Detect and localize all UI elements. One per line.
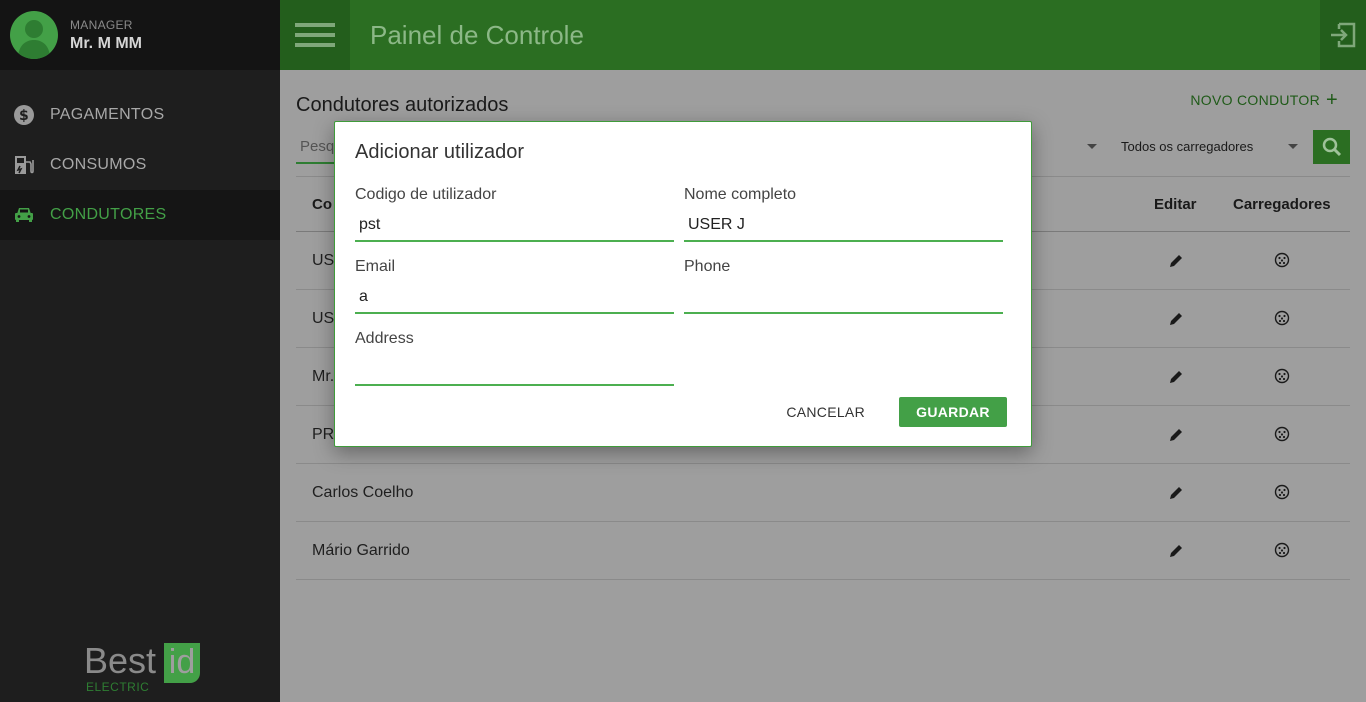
full-name-input[interactable]: USER J [684,212,1003,242]
dollar-circle-icon: $ [12,103,36,127]
new-driver-button[interactable]: NOVO CONDUTOR + [1190,89,1338,111]
menu-button[interactable] [280,0,350,70]
logo-electric: ELECTRIC [86,680,150,694]
user-role: MANAGER [70,17,133,32]
full-name-field-group: Nome completo USER J [684,186,1003,250]
sidebar-item-consumos[interactable]: CONSUMOS [0,140,280,190]
email-label: Email [355,258,396,275]
user-info: MANAGER Mr. M MM [70,18,142,53]
driver-name: Carlos Coelho [312,484,414,501]
logout-icon [1331,22,1356,48]
filter-select-chargers[interactable]: Todos os carregadores [1118,130,1313,164]
fuel-station-icon [12,153,36,177]
pencil-icon[interactable] [1168,369,1184,385]
email-field-group: Email a [355,258,674,322]
dialog-title: Adicionar utilizador [355,141,524,163]
sidebar-item-label: PAGAMENTOS [50,106,165,123]
address-field-group: Address [355,330,674,394]
page-title: Condutores autorizados [296,94,509,116]
hamburger-icon [295,23,335,47]
charger-plug-icon[interactable] [1274,542,1290,558]
driver-name: US [312,252,335,269]
page-header-title: Painel de Controle [370,20,584,50]
logo-best: Best [84,640,157,681]
add-user-dialog: Adicionar utilizador Codigo de utilizado… [334,121,1032,447]
user-name: Mr. M MM [70,34,142,52]
pencil-icon[interactable] [1168,253,1184,269]
sidebar-item-label: CONSUMOS [50,156,147,173]
pencil-icon[interactable] [1168,543,1184,559]
search-icon [1322,137,1341,157]
user-code-label: Codigo de utilizador [355,186,497,203]
svg-text:$: $ [19,108,29,124]
user-silhouette-icon [18,20,50,59]
sidebar-item-condutores[interactable]: CONDUTORES [0,190,280,240]
charger-plug-icon[interactable] [1274,484,1290,500]
charger-plug-icon[interactable] [1274,368,1290,384]
table-row[interactable]: Carlos Coelho [296,464,1350,522]
column-header-name[interactable]: Co [312,196,332,213]
logo-id: id [164,643,200,683]
charger-plug-icon[interactable] [1274,310,1290,326]
new-driver-label: NOVO CONDUTOR [1190,92,1321,108]
sidebar-nav: $ PAGAMENTOS CONSUMOS CONDUTORES [0,90,280,240]
driver-name: PR [312,426,335,443]
table-row[interactable]: Mário Garrido [296,522,1350,580]
cancel-button[interactable]: CANCELAR [786,404,865,420]
driver-name: Mário Garrido [312,542,410,559]
address-label: Address [355,330,414,347]
chevron-down-icon [1288,144,1298,149]
phone-input[interactable] [684,284,1003,314]
save-button[interactable]: GUARDAR [899,397,1007,427]
sidebar-header: MANAGER Mr. M MM [0,0,280,70]
user-code-input[interactable]: pst [355,212,674,242]
filter-select-chargers-value: Todos os carregadores [1121,139,1254,154]
phone-label: Phone [684,258,731,275]
sidebar-item-pagamentos[interactable]: $ PAGAMENTOS [0,90,280,140]
full-name-label: Nome completo [684,186,797,203]
search-input[interactable]: Pesq [296,130,336,164]
logout-button[interactable] [1320,0,1366,70]
chevron-down-icon [1087,144,1097,149]
sidebar-item-label: CONDUTORES [50,206,167,223]
charger-plug-icon[interactable] [1274,252,1290,268]
pencil-icon[interactable] [1168,311,1184,327]
phone-field-group: Phone [684,258,1003,322]
column-header-chargers: Carregadores [1233,196,1331,213]
topbar: Painel de Controle [280,0,1366,70]
column-header-edit: Editar [1154,196,1197,213]
pencil-icon[interactable] [1168,427,1184,443]
avatar[interactable] [10,11,58,59]
driver-name: Mr. [312,368,335,385]
user-code-field-group: Codigo de utilizador pst [355,186,674,250]
pencil-icon[interactable] [1168,485,1184,501]
address-input[interactable] [355,356,674,386]
dialog-actions: CANCELAR GUARDAR [786,397,1007,427]
best-id-logo: Best id ELECTRIC [84,640,204,696]
driver-name: US [312,310,335,327]
plus-icon: + [1326,89,1338,111]
sidebar: MANAGER Mr. M MM $ PAGAMENTOS CONSUMOS C… [0,0,280,702]
charger-plug-icon[interactable] [1274,426,1290,442]
email-input[interactable]: a [355,284,674,314]
search-button[interactable] [1313,130,1350,164]
car-icon [12,203,36,227]
